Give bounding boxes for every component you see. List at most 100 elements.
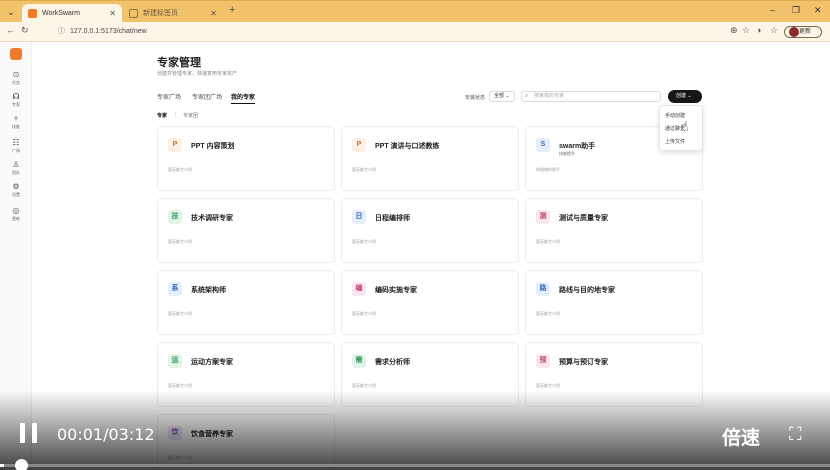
fullscreen-icon[interactable]: ⛶ [789, 424, 802, 445]
screen: ⌄ WorkSwarm ✕ 新建标签页 ✕ + – ❐ ✕ ← ↻ ⓘ 127.… [0, 0, 830, 470]
app-logo-icon[interactable] [10, 48, 22, 60]
skill-icon: ✧ [12, 114, 20, 123]
site-info-icon[interactable]: ⓘ [58, 25, 65, 39]
expert-name: 运动方案专家 [191, 359, 233, 366]
expert-description: 你理想的助手 [536, 167, 560, 172]
expert-avatar-icon: 路 [536, 282, 550, 296]
install-status-select[interactable]: 全部 ⌄ [489, 91, 515, 102]
expert-avatar-icon: 预 [536, 354, 550, 368]
pause-button[interactable] [20, 423, 38, 443]
expert-avatar-icon: P [168, 138, 182, 152]
market-icon: ☷ [12, 138, 20, 147]
tab-team-market[interactable]: 专家团广场 [192, 92, 222, 101]
window-close-icon[interactable]: ✕ [814, 5, 822, 16]
sidebar-item-label: 技能 [12, 124, 20, 129]
address-bar[interactable]: ⓘ 127.0.0.1:5173/chat/new [58, 25, 718, 39]
update-button[interactable]: 更新 [784, 26, 822, 38]
expert-description: 暂无能力介绍 [168, 311, 192, 316]
browser-toolbar: ← ↻ ⓘ 127.0.0.1:5173/chat/new ⊕ ☆ ◑ ☆ 更新 [0, 22, 830, 42]
browser-tab-newtab[interactable]: 新建标签页 ✕ [123, 4, 223, 23]
pause-icon [32, 423, 37, 443]
expert-description: 暂无能力介绍 [536, 311, 560, 316]
menu-item-upload-file[interactable]: 上传文件 [665, 138, 685, 145]
team-icon: ♙ [12, 160, 20, 169]
favorites-icon[interactable]: ☆ [770, 25, 778, 36]
expert-name: 技术调研专家 [191, 215, 233, 222]
tab-title: WorkSwarm [42, 10, 80, 17]
bookmark-star-icon[interactable]: ☆ [742, 25, 750, 36]
expert-description: 暂无能力介绍 [536, 383, 560, 388]
expert-avatar-icon: 运 [168, 354, 182, 368]
sidebar-item-label: 广场 [12, 148, 20, 153]
close-icon[interactable]: ✕ [109, 4, 116, 23]
hand-cursor-icon: ☝ [680, 118, 689, 134]
subtab-experts[interactable]: 专家 [157, 112, 167, 119]
pause-icon [20, 423, 25, 443]
close-icon[interactable]: ✕ [210, 4, 217, 23]
sidebar-item-task[interactable]: ⊙ 任务 [0, 70, 32, 90]
install-status-label: 安装状态 [465, 95, 486, 101]
zoom-icon[interactable]: ⊕ [730, 25, 738, 36]
expert-name: 编码实施专家 [375, 287, 417, 294]
sidebar-item-team[interactable]: ♙ 团队 [0, 160, 32, 180]
expert-card[interactable]: 测 测试与质量专家 暂无能力介绍 [525, 198, 703, 263]
back-icon[interactable]: ← [6, 25, 15, 35]
extension-icon[interactable]: ◑ [756, 25, 761, 35]
timecode: 00:01/03:12 [57, 425, 155, 444]
expert-card[interactable]: 路 路线与目的地专家暂无能力介绍 [525, 270, 703, 335]
reload-icon[interactable]: ↻ [21, 25, 29, 36]
expert-avatar-icon: 需 [352, 354, 366, 368]
sidebar-item-label: 设置 [12, 192, 20, 197]
sidebar-item-market[interactable]: ☷ 广场 [0, 138, 32, 158]
settings-icon: ⚙ [12, 182, 20, 191]
expert-description: 暂无能力介绍 [168, 167, 192, 172]
tab-title: 新建标签页 [143, 10, 178, 17]
search-icon: ⌕ [525, 93, 529, 99]
expert-name: 需求分析师 [375, 359, 410, 366]
minimize-icon[interactable]: – [770, 5, 775, 15]
expert-card[interactable]: 日 日程编排师 暂无能力介绍 [341, 198, 519, 263]
sidebar-item-expert[interactable]: ☊ 专家 [0, 92, 32, 112]
tab-search-icon[interactable]: ⌄ [4, 5, 18, 19]
expert-card[interactable]: 技 技术调研专家 暂无能力介绍 [157, 198, 335, 263]
expert-card[interactable]: P PPT 演讲与口述教练 暂无能力介绍 [341, 126, 519, 191]
progress-bar[interactable] [0, 464, 830, 467]
speed-button[interactable]: 倍速 [722, 423, 760, 450]
sidebar-item-label: 团队 [12, 170, 20, 175]
expert-name: PPT 演讲与口述教练 [375, 143, 440, 150]
subtab-teams[interactable]: 专家团 [183, 112, 198, 119]
progress-knob[interactable] [15, 459, 28, 470]
expert-description: 暂无能力介绍 [352, 383, 376, 388]
tab-expert-market[interactable]: 专家广场 [157, 92, 181, 101]
workswarm-favicon-icon [28, 9, 37, 18]
expert-name: PPT 内容策划 [191, 143, 235, 150]
sidebar-item-settings[interactable]: ⚙ 设置 [0, 182, 32, 202]
create-button[interactable]: 创建 ⌄ [668, 90, 702, 103]
page-favicon-icon [129, 9, 138, 18]
search-input[interactable]: ⌕ 搜索我的专家 [521, 91, 661, 102]
expert-avatar-icon: 系 [168, 282, 182, 296]
expert-name: 预算与预订专家 [559, 359, 608, 366]
expert-card[interactable]: 编 编码实施专家 暂无能力介绍 [341, 270, 519, 335]
expert-name: 系统架构师 [191, 287, 226, 294]
sidebar-item-label: 专家 [12, 102, 20, 107]
tab-my-experts[interactable]: 我的专家 [231, 92, 256, 104]
expert-description: 暂无能力介绍 [536, 239, 560, 244]
search-placeholder: 搜索我的专家 [534, 93, 565, 99]
expert-name: swarm助手 [559, 143, 596, 150]
expert-description: 暂无能力介绍 [352, 239, 376, 244]
maximize-icon[interactable]: ❐ [792, 5, 800, 16]
expert-card[interactable]: 系 系统架构师暂无能力介绍 [157, 270, 335, 335]
sidebar-item-skill[interactable]: ✧ 技能 [0, 114, 32, 134]
sidebar-item-label: 任务 [12, 80, 20, 85]
expert-description: 暂无能力介绍 [352, 311, 376, 316]
page-subtitle: 创建并管理专家、快速复用专家资产 [157, 71, 238, 77]
sidebar-item-update[interactable]: ◎ 更新 [0, 206, 32, 226]
expert-name: 路线与目的地专家 [559, 287, 615, 294]
browser-tab-workswarm[interactable]: WorkSwarm ✕ [22, 4, 122, 23]
browser-tabstrip: ⌄ WorkSwarm ✕ 新建标签页 ✕ + – ❐ ✕ [0, 0, 830, 23]
expert-card[interactable]: P PPT 内容策划暂无能力介绍 [157, 126, 335, 191]
new-tab-button[interactable]: + [229, 4, 235, 16]
expert-avatar-icon: 日 [352, 210, 366, 224]
expert-tag: 技能提升 [559, 151, 575, 156]
